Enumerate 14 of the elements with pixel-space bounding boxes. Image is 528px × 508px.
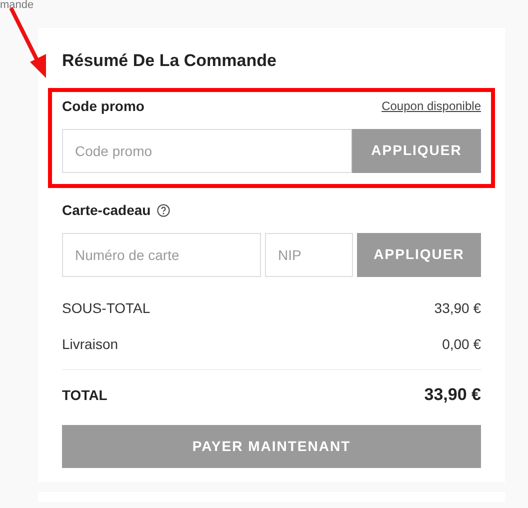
pin-field[interactable]: NIP xyxy=(265,232,353,276)
field-label: Carte-cadeau xyxy=(62,200,151,220)
card-number-field[interactable]: Numéro de carte xyxy=(62,232,261,276)
summary-amount: 0,00 € xyxy=(442,335,481,354)
field-label: Code promo xyxy=(62,96,144,116)
summary-amount: 33,90 € xyxy=(434,299,481,318)
summary-title: Résumé De La Commande xyxy=(62,50,278,72)
coupon-link[interactable]: Coupon disponible xyxy=(382,97,481,115)
promo-code-field[interactable]: Code promo xyxy=(62,128,352,172)
total-label: TOTAL xyxy=(62,386,108,404)
summary-label: SOUS-TOTAL xyxy=(62,299,150,318)
summary-label: Livraison xyxy=(62,335,118,354)
page-text: mande xyxy=(0,0,34,11)
total-amount: 33,90 € xyxy=(424,384,481,406)
